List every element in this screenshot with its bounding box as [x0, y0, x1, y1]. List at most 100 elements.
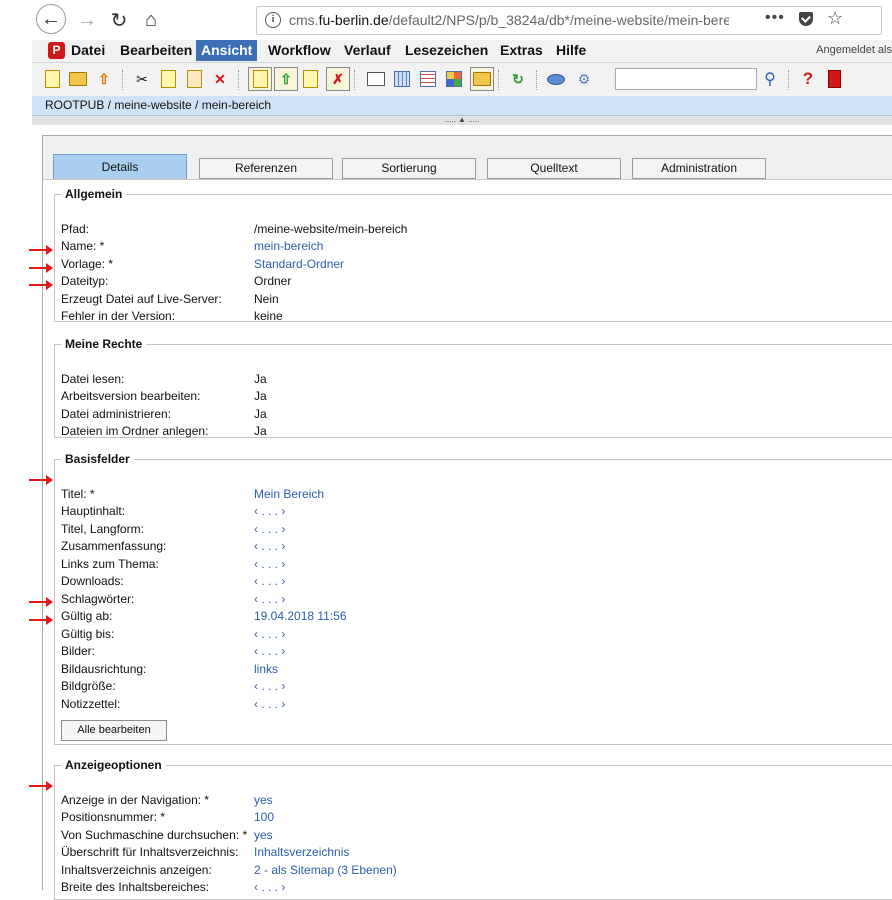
- field-value-link[interactable]: 19.04.2018 11:56: [254, 609, 347, 623]
- back-arrow-icon[interactable]: ←: [36, 4, 66, 34]
- field-value-link[interactable]: Mein Bereich: [254, 487, 324, 501]
- menu-lesezeichen[interactable]: Lesezeichen: [400, 40, 493, 61]
- section-allgemein: Allgemein Pfad: /meine-website/mein-berei…: [54, 187, 892, 323]
- bookmark-star-icon[interactable]: ☆: [827, 8, 843, 29]
- field-label: Titel, Langform:: [61, 522, 144, 536]
- field-value-link[interactable]: Standard-Ordner: [254, 257, 344, 271]
- url-bar[interactable]: i cms.fu-berlin.de/default2/NPS/p/b_3824…: [256, 6, 882, 35]
- menu-bearbeiten[interactable]: Bearbeiten: [115, 40, 197, 61]
- view-list-icon[interactable]: [418, 69, 438, 89]
- panel-splitter[interactable]: ..... ▲ .....: [32, 116, 892, 125]
- menu-extras[interactable]: Extras: [495, 40, 548, 61]
- search-icon[interactable]: ⚲: [760, 69, 780, 89]
- edit-all-button[interactable]: Alle bearbeiten: [61, 720, 167, 741]
- field-value-link[interactable]: links: [254, 662, 278, 676]
- field-value: Ordner: [254, 274, 292, 288]
- view-details-icon[interactable]: [470, 67, 494, 91]
- logout-door-icon[interactable]: [824, 69, 844, 89]
- delete-icon[interactable]: ✕: [210, 69, 230, 89]
- field-value-link[interactable]: ‹ . . . ›: [254, 539, 285, 553]
- section-anzeigeoptionen: Anzeigeoptionen Anzeige in der Navigatio…: [54, 758, 892, 900]
- menu-workflow[interactable]: Workflow: [263, 40, 336, 61]
- main-content: Details Referenzen Sortierung Quelltext …: [32, 125, 892, 900]
- section-title: Anzeigeoptionen: [65, 758, 162, 772]
- tab-sortierung[interactable]: Sortierung: [342, 158, 476, 179]
- field-label: Downloads:: [61, 574, 124, 588]
- page-actions-icon[interactable]: •••: [765, 9, 785, 27]
- forward-arrow-icon[interactable]: →: [72, 5, 102, 35]
- annotation-arrow-icon: [29, 263, 53, 273]
- new-document-icon[interactable]: [42, 69, 62, 89]
- menu-ansicht[interactable]: Ansicht: [196, 40, 258, 61]
- field-value-link[interactable]: ‹ . . . ›: [254, 697, 285, 711]
- field-value-link[interactable]: Inhaltsverzeichnis: [254, 845, 349, 859]
- field-value-link[interactable]: ‹ . . . ›: [254, 504, 285, 518]
- section-title: Meine Rechte: [65, 337, 143, 351]
- field-value: Nein: [254, 292, 279, 306]
- field-label: Dateien im Ordner anlegen:: [61, 424, 209, 438]
- field-value-link[interactable]: ‹ . . . ›: [254, 880, 285, 894]
- open-folder-icon[interactable]: [68, 69, 88, 89]
- menu-hilfe[interactable]: Hilfe: [551, 40, 591, 61]
- field-value-link[interactable]: 100: [254, 810, 274, 824]
- menu-datei[interactable]: Datei: [66, 40, 110, 61]
- annotation-arrow-icon: [29, 597, 53, 607]
- tab-quelltext[interactable]: Quelltext: [487, 158, 621, 179]
- field-value-link[interactable]: ‹ . . . ›: [254, 627, 285, 641]
- field-label: Breite des Inhaltsbereiches:: [61, 880, 210, 894]
- cut-icon[interactable]: ✂: [132, 69, 152, 89]
- settings-gears-icon[interactable]: ⚙: [574, 69, 594, 89]
- app-logo-icon: P: [48, 42, 65, 59]
- field-value-link[interactable]: yes: [254, 828, 273, 842]
- field-value: Ja: [254, 389, 267, 403]
- edit-icon[interactable]: [248, 67, 272, 91]
- paste-icon[interactable]: [184, 69, 204, 89]
- view-columns-icon[interactable]: [392, 69, 412, 89]
- field-label: Inhaltsverzeichnis anzeigen:: [61, 863, 212, 877]
- breadcrumb: ROOTPUB / meine-website / mein-bereich: [32, 96, 892, 116]
- reject-icon[interactable]: ✗: [326, 67, 350, 91]
- upload-icon[interactable]: ⇧: [94, 69, 114, 89]
- field-value-link[interactable]: yes: [254, 793, 273, 807]
- field-label: Notizzettel:: [61, 697, 121, 711]
- toolbar: ⇧ ✂ ✕ ⇧ ✗ ↻ ⚙ ⚲ ?: [32, 63, 892, 97]
- tab-referenzen[interactable]: Referenzen: [199, 158, 333, 179]
- field-value-link[interactable]: ‹ . . . ›: [254, 679, 285, 693]
- field-value-link[interactable]: ‹ . . . ›: [254, 644, 285, 658]
- breadcrumb-text: ROOTPUB / meine-website / mein-bereich: [45, 98, 272, 112]
- field-label: Hauptinhalt:: [61, 504, 126, 518]
- preview-eye-icon[interactable]: [546, 69, 566, 89]
- field-value-link[interactable]: mein-bereich: [254, 239, 323, 253]
- view-tiles-icon[interactable]: [444, 69, 464, 89]
- field-label: Positionsnummer: *: [61, 810, 166, 824]
- tab-strip: Details Referenzen Sortierung Quelltext …: [43, 136, 892, 180]
- field-value-link[interactable]: ‹ . . . ›: [254, 592, 285, 606]
- annotation-arrow-icon: [29, 280, 53, 290]
- field-value-link[interactable]: 2 - als Sitemap (3 Ebenen): [254, 863, 397, 877]
- view-preview-icon[interactable]: [366, 69, 386, 89]
- field-label: Überschrift für Inhaltsverzeichnis:: [61, 845, 239, 859]
- logged-in-label: Angemeldet als: [816, 44, 892, 56]
- field-label: Datei lesen:: [61, 372, 125, 386]
- copy-icon[interactable]: [158, 69, 178, 89]
- release-icon[interactable]: ⇧: [274, 67, 298, 91]
- field-label: Arbeitsversion bearbeiten:: [61, 389, 201, 403]
- reload-icon[interactable]: ↻: [104, 5, 134, 35]
- section-title: Allgemein: [65, 187, 123, 201]
- field-value-link[interactable]: ‹ . . . ›: [254, 557, 285, 571]
- field-value-link[interactable]: ‹ . . . ›: [254, 522, 285, 536]
- field-value-link[interactable]: ‹ . . . ›: [254, 574, 285, 588]
- menubar: P Datei Bearbeiten Ansicht Workflow Verl…: [32, 40, 892, 63]
- tab-details[interactable]: Details: [53, 154, 187, 179]
- menu-verlauf[interactable]: Verlauf: [339, 40, 396, 61]
- toolbar-search-input[interactable]: [615, 68, 757, 90]
- pocket-icon[interactable]: [799, 12, 813, 26]
- tab-administration[interactable]: Administration: [632, 158, 766, 179]
- help-icon[interactable]: ?: [798, 69, 818, 89]
- home-icon[interactable]: ⌂: [136, 5, 166, 35]
- refresh-icon[interactable]: ↻: [508, 69, 528, 89]
- sign-icon[interactable]: [300, 69, 320, 89]
- url-text[interactable]: cms.fu-berlin.de/default2/NPS/p/b_3824a/…: [289, 12, 729, 28]
- info-icon[interactable]: i: [265, 12, 281, 28]
- field-label: Gültig bis:: [61, 627, 115, 641]
